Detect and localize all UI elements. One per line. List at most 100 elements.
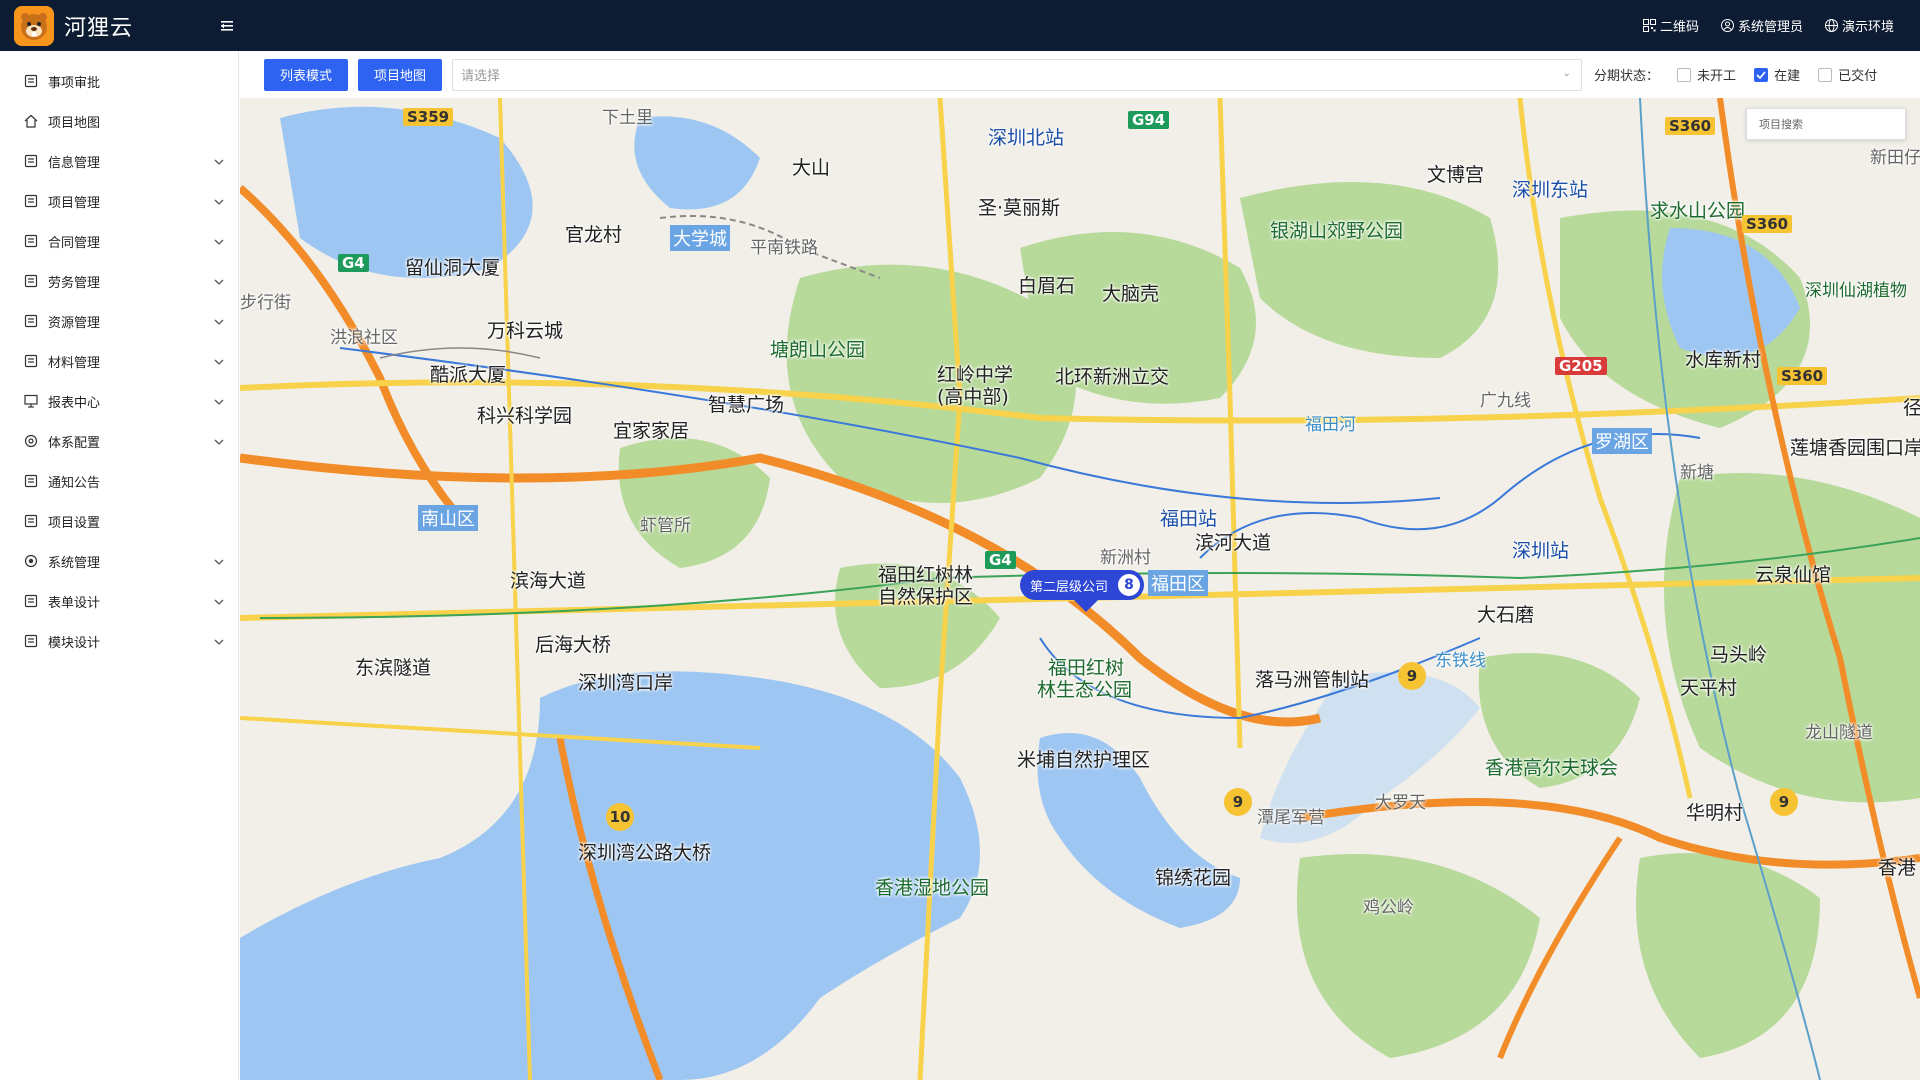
sidebar-item-label: 项目管理 <box>48 195 101 211</box>
map-label: 福田河 <box>1305 415 1356 435</box>
map-label: 福田站 <box>1160 508 1218 530</box>
map-label: 罗湖区 <box>1592 428 1652 454</box>
phase-status-checkbox[interactable]: 未开工 <box>1677 65 1736 84</box>
road-badge: 9 <box>1224 788 1252 816</box>
sidebar-item[interactable]: 劳务管理 <box>0 261 238 301</box>
map-label: 深圳北站 <box>988 127 1065 149</box>
toolbar: 列表模式 项目地图 请选择 ⌄ 分期状态： 未开工 在建 已交付 <box>240 51 1920 98</box>
phase-status-label: 在建 <box>1774 69 1801 84</box>
sidebar-item[interactable]: 合同管理 <box>0 221 238 261</box>
checkbox-icon[interactable] <box>1677 67 1692 82</box>
map-label: 智慧广场 <box>708 394 785 416</box>
resource-icon <box>22 312 40 330</box>
sidebar-item[interactable]: 体系配置 <box>0 421 238 461</box>
config-icon <box>22 432 40 450</box>
chevron-down-icon <box>214 195 224 208</box>
map-search-input[interactable]: 项目搜索 <box>1746 108 1906 140</box>
beaver-logo-icon[interactable] <box>14 5 54 46</box>
phase-status-filters: 未开工 在建 已交付 <box>1659 65 1877 84</box>
chevron-down-icon <box>214 235 224 248</box>
map-label: 留仙洞大厦 <box>405 257 501 279</box>
map-pin-icon <box>1072 598 1100 612</box>
map-label: 文博宫 <box>1427 164 1485 186</box>
info-icon <box>22 152 40 170</box>
app-title: 河狸云 <box>64 15 134 41</box>
map-label: 大石磨 <box>1477 604 1535 626</box>
map-label: 东铁线 <box>1435 651 1486 671</box>
map-label: 林生态公园 <box>1037 679 1133 701</box>
road-badge: 9 <box>1770 788 1798 816</box>
chevron-down-icon <box>214 635 224 648</box>
project-cluster-marker[interactable]: 第二层级公司 8 <box>1020 570 1145 600</box>
project-map[interactable]: 大山 深圳北站 圣·莫丽斯 文博宫 深圳东站 求水山公园 官龙村 大学城 留仙洞… <box>240 98 1920 1080</box>
map-label: 下土里 <box>602 108 653 128</box>
map-label: 水库新村 <box>1685 349 1762 371</box>
project-map-button[interactable]: 项目地图 <box>358 58 443 91</box>
sidebar-item[interactable]: 项目管理 <box>0 181 238 221</box>
map-label: 酷派大厦 <box>430 364 507 386</box>
checkbox-icon[interactable] <box>1818 67 1833 82</box>
map-label: 香港高尔夫球会 <box>1485 757 1619 779</box>
chevron-down-icon <box>214 315 224 328</box>
map-label: 后海大桥 <box>535 634 612 656</box>
chevron-down-icon <box>214 355 224 368</box>
sidebar-item[interactable]: 事项审批 <box>0 61 238 101</box>
settings-icon <box>22 512 40 530</box>
phase-status-checkbox[interactable]: 已交付 <box>1818 65 1877 84</box>
road-badge: 9 <box>1398 662 1426 690</box>
map-label: 万科云城 <box>487 320 564 342</box>
road-badge: S359 <box>403 108 454 126</box>
notice-icon <box>22 472 40 490</box>
map-label: 洪浪社区 <box>330 328 398 348</box>
map-label: 新洲村 <box>1100 548 1151 568</box>
road-badge: S360 <box>1777 367 1828 385</box>
list-mode-button[interactable]: 列表模式 <box>264 58 349 91</box>
map-label: 宜家家居 <box>613 420 690 442</box>
map-label: 潭尾军营 <box>1257 808 1325 828</box>
sidebar-item-label: 材料管理 <box>48 355 101 371</box>
project-select[interactable]: 请选择 ⌄ <box>452 58 1583 91</box>
top-bar: 河狸云 二维码 系统管理员 演示环境 <box>0 0 1920 51</box>
sidebar-item-label: 事项审批 <box>48 75 101 91</box>
sidebar-item-label: 体系配置 <box>48 435 101 451</box>
phase-status-label: 未开工 <box>1697 69 1737 84</box>
qrcode-label: 二维码 <box>1659 20 1699 35</box>
environment-switch[interactable]: 演示环境 <box>1824 16 1894 35</box>
map-label: 虾管所 <box>640 516 691 536</box>
material-icon <box>22 352 40 370</box>
sidebar-item[interactable]: 表单设计 <box>0 581 238 621</box>
map-label: 龙山隧道 <box>1805 723 1873 743</box>
map-label: 落马洲管制站 <box>1255 669 1370 691</box>
sidebar-item[interactable]: 项目设置 <box>0 501 238 541</box>
sidebar-item[interactable]: 报表中心 <box>0 381 238 421</box>
chevron-down-icon <box>214 435 224 448</box>
sidebar-item[interactable]: 材料管理 <box>0 341 238 381</box>
sidebar-item-label: 资源管理 <box>48 315 101 331</box>
user-menu[interactable]: 系统管理员 <box>1720 16 1803 35</box>
map-label: 滨海大道 <box>510 570 587 592</box>
map-label: 东滨隧道 <box>355 657 432 679</box>
environment-label: 演示环境 <box>1841 20 1894 35</box>
menu-toggle-icon[interactable] <box>221 16 234 35</box>
sidebar-item[interactable]: 信息管理 <box>0 141 238 181</box>
sidebar-item[interactable]: 系统管理 <box>0 541 238 581</box>
map-label: 官龙村 <box>565 224 623 246</box>
sidebar-item[interactable]: 项目地图 <box>0 101 238 141</box>
map-label: 华明村 <box>1686 802 1744 824</box>
chevron-down-icon: ⌄ <box>1562 67 1572 79</box>
map-label: 新塘 <box>1680 463 1714 483</box>
checkbox-checked-icon[interactable] <box>1754 67 1769 82</box>
sidebar-item[interactable]: 资源管理 <box>0 301 238 341</box>
road-badge: S360 <box>1665 117 1716 135</box>
map-label: 大罗天 <box>1375 793 1426 813</box>
map-label: 大山 <box>792 157 831 179</box>
phase-status-checkbox[interactable]: 在建 <box>1754 65 1800 84</box>
map-label: 塘朗山公园 <box>770 339 866 361</box>
map-label: 深圳东站 <box>1512 179 1589 201</box>
sidebar-item-label: 合同管理 <box>48 235 101 251</box>
qrcode-button[interactable]: 二维码 <box>1642 16 1699 35</box>
sidebar-item[interactable]: 通知公告 <box>0 461 238 501</box>
sidebar-item[interactable]: 模块设计 <box>0 621 238 661</box>
chevron-down-icon <box>214 595 224 608</box>
form-icon <box>22 592 40 610</box>
